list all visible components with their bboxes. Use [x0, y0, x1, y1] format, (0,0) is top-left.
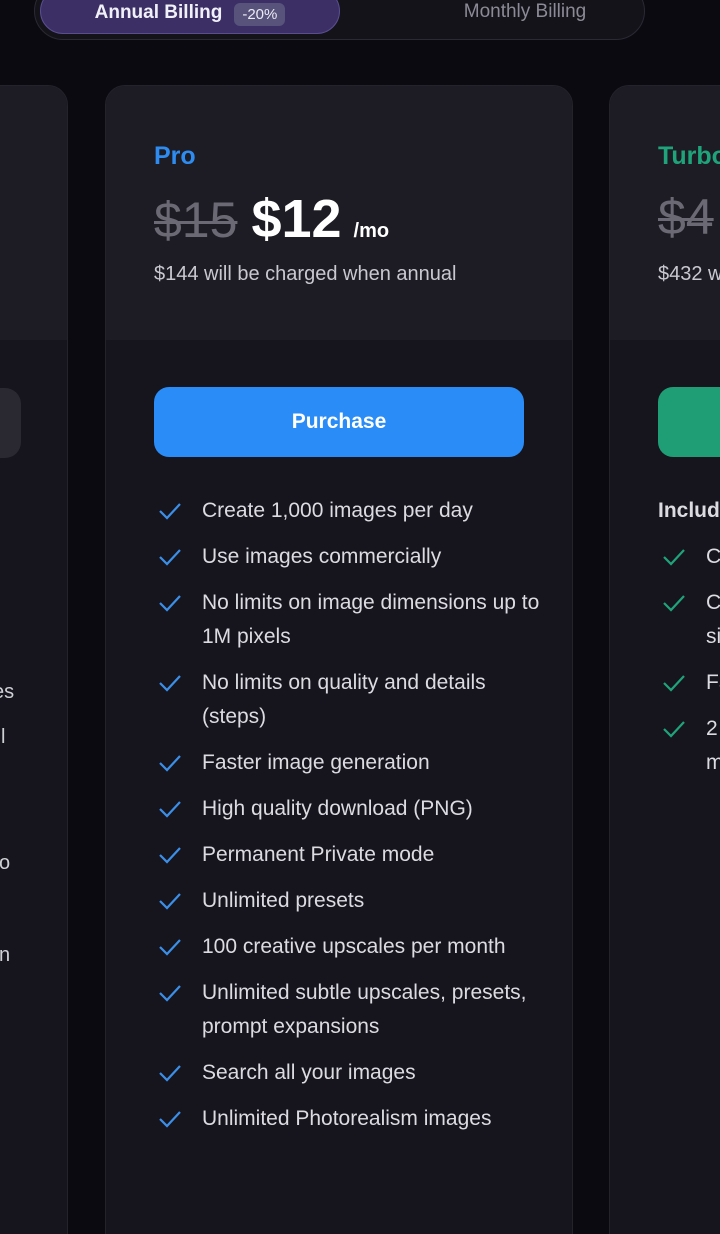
- pricing-page: Annual Billing -20% Monthly Billing es l…: [0, 0, 720, 1234]
- list-item: No limits on quality and details (steps): [154, 666, 554, 734]
- list-item: Unlimited subtle upscales, presets, prom…: [154, 976, 554, 1044]
- feature-text: Faster image generation: [202, 751, 430, 774]
- left-feature-fragment: l: [1, 726, 6, 748]
- feature-text: Fa: [706, 671, 720, 694]
- list-item: Search all your images: [154, 1056, 554, 1090]
- feature-text: Unlimited Photorealism images: [202, 1107, 492, 1130]
- left-plan-header: [0, 86, 67, 340]
- annual-charge-note: $432 w: [658, 263, 720, 285]
- check-icon: [154, 746, 186, 780]
- original-price: $15: [154, 192, 238, 248]
- check-icon: [154, 1056, 186, 1090]
- list-item: 100 creative upscales per month: [154, 930, 554, 964]
- feature-list: C C si Fa 2 m: [658, 540, 720, 792]
- discount-badge: -20%: [234, 3, 286, 26]
- check-icon: [154, 1102, 186, 1136]
- list-item: No limits on image dimensions up to 1M p…: [154, 586, 554, 654]
- pro-plan-card: Pro $15 $12 /mo $144 will be charged whe…: [105, 85, 573, 1234]
- feature-text: Unlimited presets: [202, 889, 365, 912]
- check-icon: [658, 666, 690, 700]
- feature-text: Search all your images: [202, 1061, 416, 1084]
- feature-text: C: [706, 545, 720, 568]
- check-icon: [658, 540, 690, 574]
- list-item: High quality download (PNG): [154, 792, 554, 826]
- list-item: 2 m: [658, 712, 720, 780]
- check-icon: [154, 884, 186, 918]
- list-item: C: [658, 540, 720, 574]
- billing-toggle: Annual Billing -20% Monthly Billing: [34, 0, 645, 40]
- feature-text: High quality download (PNG): [202, 797, 473, 820]
- feature-text: 100 creative upscales per month: [202, 935, 506, 958]
- left-feature-fragment: o: [0, 852, 11, 874]
- check-icon: [154, 838, 186, 872]
- feature-text: Unlimited subtle upscales, presets, prom…: [202, 981, 527, 1038]
- original-price: $4: [658, 189, 714, 245]
- left-feature-fragment: es: [0, 681, 15, 703]
- price-period: /mo: [353, 220, 390, 242]
- check-icon: [154, 540, 186, 574]
- purchase-label: Purchase: [291, 410, 387, 433]
- list-item: Faster image generation: [154, 746, 554, 780]
- annual-charge-note: $144 will be charged when annual: [154, 263, 457, 285]
- left-plan-button[interactable]: [0, 388, 21, 458]
- monthly-billing-label: Monthly Billing: [463, 1, 587, 22]
- check-icon: [154, 976, 186, 1010]
- feature-text: Create 1,000 images per day: [202, 499, 473, 522]
- turbo-plan-card: Turbo $4 $432 w Includ C C si Fa 2 m: [609, 85, 720, 1234]
- check-icon: [154, 930, 186, 964]
- annual-billing-label: Annual Billing: [94, 2, 223, 23]
- price-row: $4: [658, 188, 714, 246]
- purchase-button[interactable]: [658, 387, 720, 457]
- plan-name: Pro: [154, 142, 196, 170]
- list-item: Permanent Private mode: [154, 838, 554, 872]
- feature-text: No limits on image dimensions up to 1M p…: [202, 591, 540, 648]
- list-item: Unlimited presets: [154, 884, 554, 918]
- monthly-billing-option[interactable]: Monthly Billing: [375, 0, 675, 29]
- check-icon: [658, 586, 690, 620]
- list-item: C si: [658, 586, 720, 654]
- feature-text: C si: [706, 591, 720, 648]
- feature-text: Permanent Private mode: [202, 843, 435, 866]
- price-row: $15 $12 /mo: [154, 188, 389, 250]
- feature-list: Create 1,000 images per day Use images c…: [154, 494, 554, 1148]
- list-item: Unlimited Photorealism images: [154, 1102, 554, 1136]
- check-icon: [154, 666, 186, 700]
- feature-text: No limits on quality and details (steps): [202, 671, 486, 728]
- includes-heading: Includ: [658, 499, 720, 522]
- discounted-price: $12: [251, 189, 342, 249]
- check-icon: [658, 712, 690, 746]
- check-icon: [154, 792, 186, 826]
- list-item: Fa: [658, 666, 720, 700]
- annual-billing-option[interactable]: Annual Billing -20%: [40, 0, 340, 34]
- check-icon: [154, 494, 186, 528]
- purchase-button[interactable]: Purchase: [154, 387, 524, 457]
- plan-name: Turbo: [658, 142, 720, 170]
- feature-text: 2 m: [706, 717, 720, 774]
- feature-text: Use images commercially: [202, 545, 442, 568]
- list-item: Use images commercially: [154, 540, 554, 574]
- check-icon: [154, 586, 186, 620]
- left-feature-fragment: n: [0, 944, 11, 966]
- left-plan-card: es l o n: [0, 85, 68, 1234]
- list-item: Create 1,000 images per day: [154, 494, 554, 528]
